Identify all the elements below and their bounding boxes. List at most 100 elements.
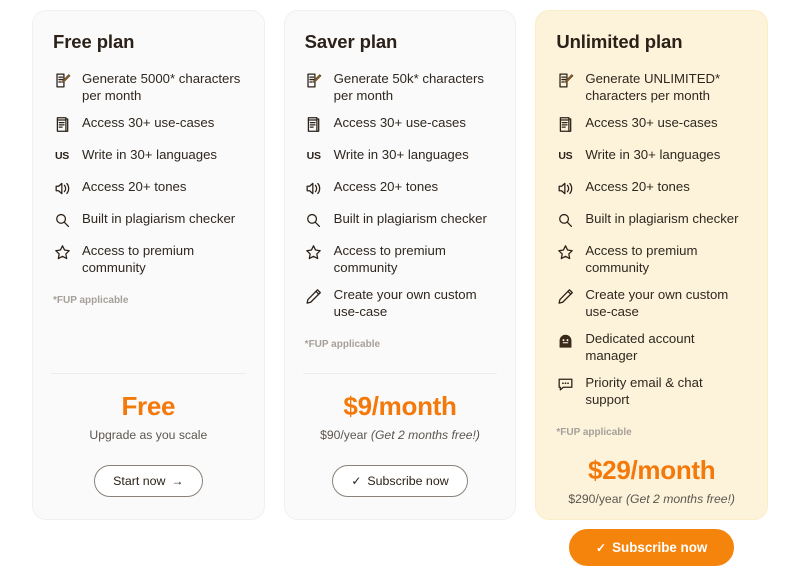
feature-label: Generate 5000* characters per month: [82, 71, 241, 103]
feature-item: Built in plagiarism checker: [552, 205, 751, 237]
feature-item: Access 30+ use-cases: [552, 109, 751, 141]
feature-label: Generate UNLIMITED* characters per month: [585, 71, 721, 103]
chat-bubble-icon: [556, 375, 574, 393]
feature-item: Access 20+ tones: [552, 173, 751, 205]
feature-item: Priority email & chat support: [552, 369, 751, 413]
feature-label: Access 20+ tones: [82, 179, 187, 194]
cta-button-unlimited[interactable]: ✓ Subscribe now: [569, 529, 735, 566]
feature-label: Access 20+ tones: [585, 179, 690, 194]
feature-item: Generate 50k* characters per month: [301, 65, 500, 109]
arrow-right-icon: →: [171, 474, 184, 488]
speaker-icon: [556, 179, 574, 197]
feature-label: Access 30+ use-cases: [585, 115, 718, 130]
cta-wrapper: ✓ Subscribe now: [552, 507, 751, 588]
feature-item: Create your own custom use-case: [301, 281, 500, 325]
magnifier-icon: [556, 211, 574, 229]
feature-label: Create your own custom use-case: [585, 287, 729, 319]
feature-item: Generate UNLIMITED* characters per month: [552, 65, 751, 109]
feature-label: Access to premium community: [333, 243, 446, 275]
cta-button-saver[interactable]: ✓ Subscribe now: [332, 465, 468, 497]
feature-item: Access to premium community: [552, 237, 751, 281]
plan-title: Saver plan: [304, 31, 398, 52]
plan-title: Unlimited plan: [556, 31, 683, 52]
feature-list: Generate 50k* characters per month Access…: [301, 65, 500, 325]
star-icon: [556, 243, 574, 261]
star-icon: [305, 243, 323, 261]
plan-title: Free plan: [53, 31, 135, 52]
pricing-plans-container: Free plan Generate 5000* characters per m…: [0, 0, 800, 566]
price-subtext-italic: (Get 2 months free!): [370, 428, 480, 442]
feature-item: US Write in 30+ languages: [301, 141, 500, 173]
fup-note: *FUP applicable: [304, 339, 381, 350]
price-amount: $29/month: [588, 455, 716, 485]
feature-list: Generate UNLIMITED* characters per month…: [552, 65, 751, 413]
feature-item: Built in plagiarism checker: [49, 205, 248, 237]
us-flag-icon: US: [558, 149, 573, 162]
feature-item: Access 20+ tones: [49, 173, 248, 205]
feature-label: Create your own custom use-case: [333, 287, 477, 319]
plan-card-free: Free plan Generate 5000* characters per m…: [32, 10, 265, 520]
price-subtext-plain: $90/year: [320, 428, 371, 442]
price-block: $9/month $90/year (Get 2 months free!): [301, 374, 500, 443]
pencil-icon: [305, 287, 323, 305]
feature-item: US Write in 30+ languages: [49, 141, 248, 173]
feature-label: Access to premium community: [82, 243, 195, 275]
fup-note: *FUP applicable: [53, 295, 129, 306]
cta-label: Subscribe now: [367, 474, 449, 488]
feature-label: Access 20+ tones: [333, 179, 439, 194]
cta-wrapper: Start now →: [49, 443, 248, 519]
plan-card-saver: Saver plan Generate 50k* characters per m…: [283, 10, 517, 520]
feature-item: Access 20+ tones: [301, 173, 500, 205]
price-block: Free Upgrade as you scale: [49, 374, 248, 443]
us-flag-icon: US: [306, 149, 321, 162]
feature-item: US Write in 30+ languages: [552, 141, 751, 173]
feature-item: Dedicated account manager: [552, 325, 751, 369]
feature-list: Generate 5000* characters per month Acces…: [49, 65, 248, 281]
feature-item: Built in plagiarism checker: [301, 205, 500, 237]
star-icon: [53, 243, 71, 261]
feature-label: Built in plagiarism checker: [585, 211, 739, 226]
price-subtext: Upgrade as you scale: [49, 427, 248, 443]
feature-label: Write in 30+ languages: [333, 147, 469, 162]
feature-item: Access to premium community: [49, 237, 248, 281]
feature-label: Write in 30+ languages: [585, 147, 721, 162]
pencil-icon: [556, 287, 574, 305]
memo-icon: [305, 71, 323, 89]
check-icon: ✓: [351, 474, 362, 488]
feature-item: Access to premium community: [301, 237, 500, 281]
account-manager-icon: [556, 331, 574, 349]
plan-card-unlimited: Unlimited plan Generate UNLIMITED* charac…: [535, 10, 769, 566]
feature-item: Access 30+ use-cases: [49, 109, 248, 141]
feature-label: Priority email & chat support: [585, 375, 703, 407]
magnifier-icon: [53, 211, 71, 229]
feature-label: Built in plagiarism checker: [82, 211, 236, 226]
price-subtext-plain: $290/year: [568, 492, 626, 506]
magnifier-icon: [305, 211, 323, 229]
feature-item: Access 30+ use-cases: [301, 109, 500, 141]
cta-label: Subscribe now: [612, 540, 708, 555]
cta-button-free[interactable]: Start now →: [94, 465, 203, 497]
price-amount: Free: [121, 391, 176, 421]
us-flag-icon: US: [55, 149, 69, 162]
feature-label: Generate 50k* characters per month: [333, 71, 484, 103]
check-icon: ✓: [596, 540, 607, 555]
cta-label: Start now: [113, 474, 166, 488]
feature-label: Access 30+ use-cases: [333, 115, 466, 130]
document-icon: [53, 115, 71, 133]
feature-label: Write in 30+ languages: [82, 147, 218, 162]
cta-wrapper: ✓ Subscribe now: [301, 443, 500, 519]
document-icon: [556, 115, 574, 133]
price-subtext-plain: Upgrade as you scale: [89, 428, 208, 442]
feature-label: Built in plagiarism checker: [333, 211, 487, 226]
feature-label: Dedicated account manager: [585, 331, 695, 363]
feature-label: Access 30+ use-cases: [82, 115, 215, 130]
price-amount: $9/month: [343, 391, 457, 421]
feature-label: Access to premium community: [585, 243, 698, 275]
price-subtext: $90/year (Get 2 months free!): [301, 427, 500, 443]
price-subtext-italic: (Get 2 months free!): [625, 492, 735, 506]
price-block: $29/month $290/year (Get 2 months free!): [552, 438, 751, 507]
feature-item: Create your own custom use-case: [552, 281, 751, 325]
feature-item: Generate 5000* characters per month: [49, 65, 248, 109]
